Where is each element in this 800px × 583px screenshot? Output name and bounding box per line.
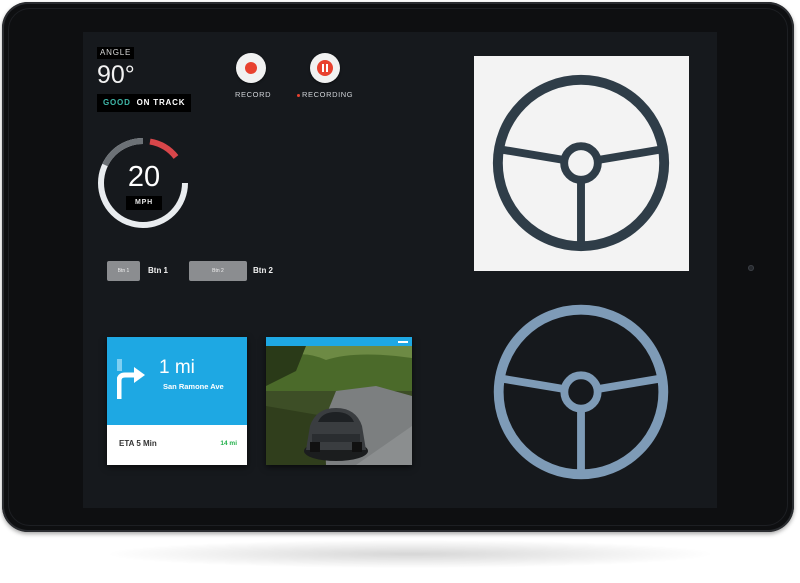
navigation-card[interactable]: 1 mi San Ramone Ave ETA 5 Min 14 mi [107, 337, 247, 465]
navigation-remaining: 14 mi [220, 440, 237, 447]
record-label: RECORD [235, 90, 272, 99]
camera-feed-titlebar [266, 337, 412, 346]
record-icon [245, 62, 257, 74]
track-status-good: GOOD [103, 98, 131, 107]
turn-right-arrow-icon [117, 359, 145, 399]
tablet-frame: ANGLE 90° GOOD ON TRACK 20 MPH RECORD REC… [2, 2, 794, 532]
pause-icon [317, 60, 333, 76]
front-camera [748, 265, 754, 271]
steering-wheel-icon [492, 74, 670, 252]
speed-gauge-redline [149, 138, 179, 159]
recording-status: RECORDING [297, 90, 353, 99]
camera-feed[interactable] [266, 337, 412, 465]
track-status-text: ON TRACK [136, 98, 186, 107]
btn-2-label: Btn 2 [253, 266, 273, 275]
record-button[interactable] [236, 53, 266, 83]
steering-wheel-icon [493, 304, 669, 480]
device-shadow [110, 540, 710, 568]
track-status-badge: GOOD ON TRACK [97, 94, 192, 112]
speed-value: 20 [127, 161, 161, 193]
recording-dot-icon [297, 93, 300, 97]
device-stage: ANGLE 90° GOOD ON TRACK 20 MPH RECORD REC… [0, 0, 800, 583]
navigation-eta: ETA 5 Min [119, 439, 157, 448]
navigation-header: 1 mi San Ramone Ave [107, 337, 247, 425]
btn-2[interactable]: Btn 2 [189, 261, 247, 281]
navigation-street: San Ramone Ave [163, 382, 224, 391]
btn-1[interactable]: Btn 1 [107, 261, 140, 281]
angle-label: ANGLE [97, 47, 135, 59]
dashboard-screen: ANGLE 90° GOOD ON TRACK 20 MPH RECORD REC… [83, 32, 717, 508]
angle-value: 90° [97, 61, 135, 89]
pause-recording-button[interactable] [310, 53, 340, 83]
navigation-distance: 1 mi [159, 357, 195, 378]
speed-unit: MPH [126, 196, 162, 210]
btn-1-label: Btn 1 [148, 266, 168, 275]
driving-scene-image [266, 346, 412, 465]
recording-label: RECORDING [302, 90, 354, 99]
minimize-icon[interactable] [398, 341, 408, 343]
